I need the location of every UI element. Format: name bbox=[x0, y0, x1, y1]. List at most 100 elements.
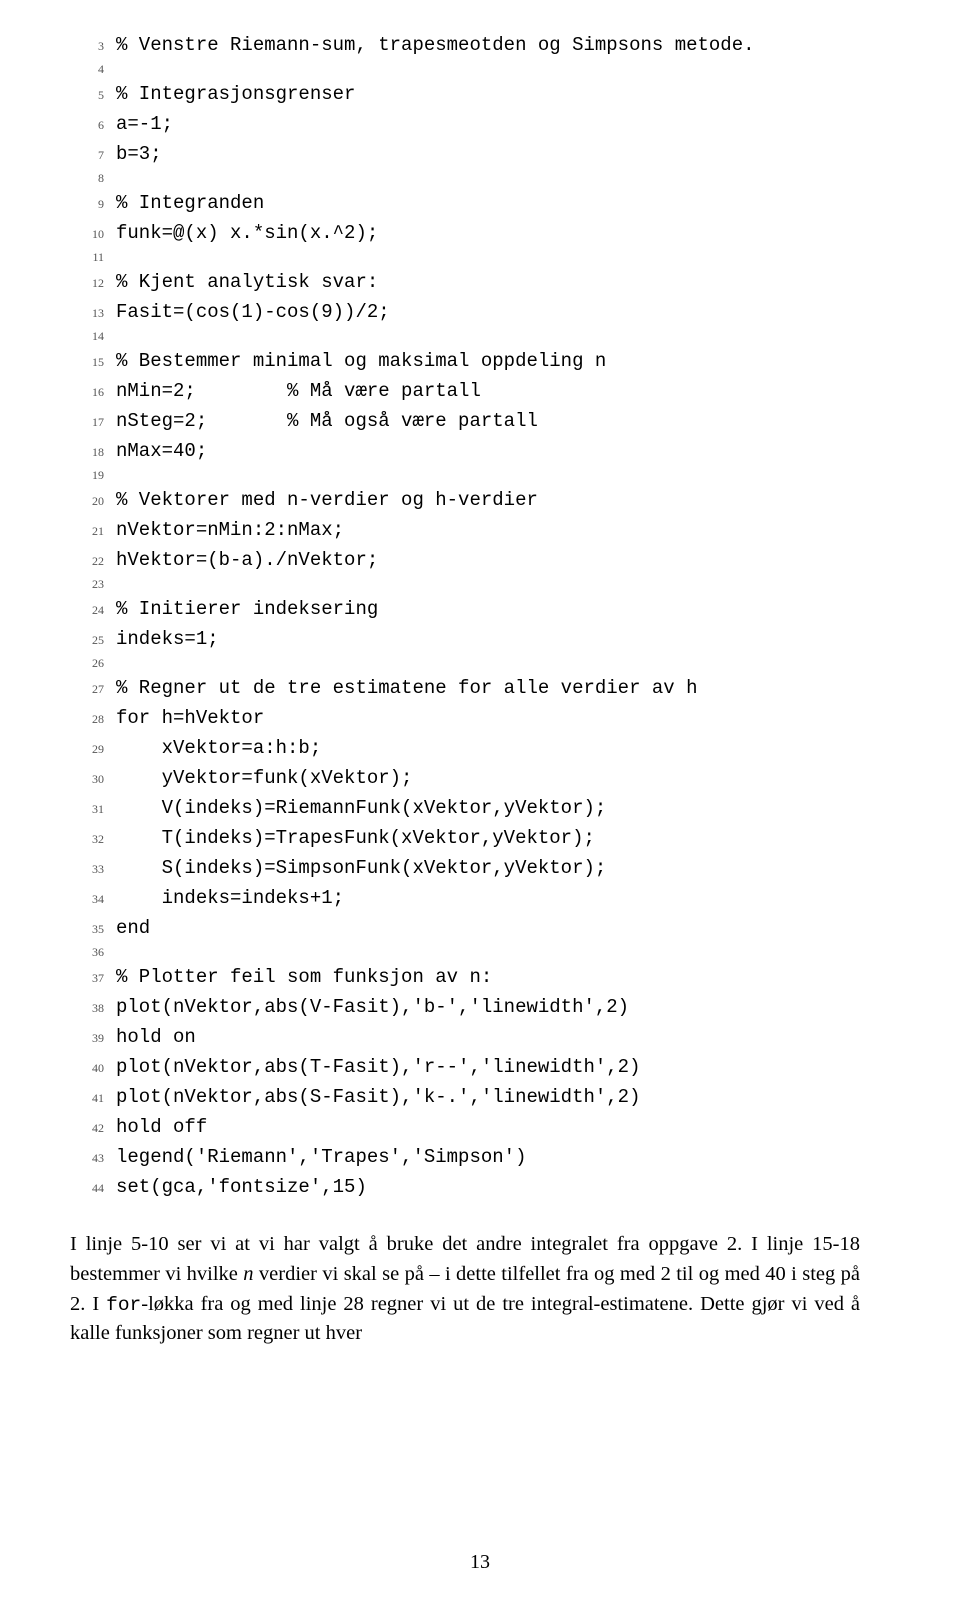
line-number: 20 bbox=[70, 492, 116, 511]
code-text: % Vektorer med n-verdier og h-verdier bbox=[116, 485, 538, 515]
code-line: 9% Integranden bbox=[70, 188, 860, 218]
code-line: 40plot(nVektor,abs(T-Fasit),'r--','linew… bbox=[70, 1052, 860, 1082]
line-number: 38 bbox=[70, 999, 116, 1018]
code-text: set(gca,'fontsize',15) bbox=[116, 1172, 367, 1202]
line-number: 9 bbox=[70, 195, 116, 214]
code-line: 29 xVektor=a:h:b; bbox=[70, 733, 860, 763]
line-number: 16 bbox=[70, 383, 116, 402]
code-line: 37% Plotter feil som funksjon av n: bbox=[70, 962, 860, 992]
line-number: 21 bbox=[70, 522, 116, 541]
code-line: 14 bbox=[70, 327, 860, 346]
line-number: 4 bbox=[70, 60, 116, 79]
line-number: 27 bbox=[70, 680, 116, 699]
code-text: for h=hVektor bbox=[116, 703, 264, 733]
line-number: 37 bbox=[70, 969, 116, 988]
code-text: V(indeks)=RiemannFunk(xVektor,yVektor); bbox=[116, 793, 606, 823]
line-number: 30 bbox=[70, 770, 116, 789]
code-line: 25indeks=1; bbox=[70, 624, 860, 654]
code-line: 13Fasit=(cos(1)-cos(9))/2; bbox=[70, 297, 860, 327]
line-number: 5 bbox=[70, 86, 116, 105]
code-line: 34 indeks=indeks+1; bbox=[70, 883, 860, 913]
code-text: nMin=2; % Må være partall bbox=[116, 376, 481, 406]
code-line: 27% Regner ut de tre estimatene for alle… bbox=[70, 673, 860, 703]
line-number: 43 bbox=[70, 1149, 116, 1168]
code-text: hVektor=(b-a)./nVektor; bbox=[116, 545, 378, 575]
line-number: 13 bbox=[70, 304, 116, 323]
line-number: 26 bbox=[70, 654, 116, 673]
body-paragraph: I linje 5-10 ser vi at vi har valgt å br… bbox=[70, 1230, 860, 1349]
code-line: 16nMin=2; % Må være partall bbox=[70, 376, 860, 406]
line-number: 18 bbox=[70, 443, 116, 462]
line-number: 31 bbox=[70, 800, 116, 819]
code-text: hold off bbox=[116, 1112, 207, 1142]
page-number: 13 bbox=[0, 1551, 960, 1574]
line-number: 40 bbox=[70, 1059, 116, 1078]
code-text: plot(nVektor,abs(V-Fasit),'b-','linewidt… bbox=[116, 992, 629, 1022]
line-number: 8 bbox=[70, 169, 116, 188]
code-line: 33 S(indeks)=SimpsonFunk(xVektor,yVektor… bbox=[70, 853, 860, 883]
code-text: funk=@(x) x.*sin(x.^2); bbox=[116, 218, 378, 248]
code-line: 4 bbox=[70, 60, 860, 79]
code-text: a=-1; bbox=[116, 109, 173, 139]
code-text: yVektor=funk(xVektor); bbox=[116, 763, 412, 793]
code-text: nVektor=nMin:2:nMax; bbox=[116, 515, 344, 545]
code-text: S(indeks)=SimpsonFunk(xVektor,yVektor); bbox=[116, 853, 606, 883]
line-number: 12 bbox=[70, 274, 116, 293]
line-number: 34 bbox=[70, 890, 116, 909]
code-line: 15% Bestemmer minimal og maksimal oppdel… bbox=[70, 346, 860, 376]
code-line: 35end bbox=[70, 913, 860, 943]
code-line: 7b=3; bbox=[70, 139, 860, 169]
line-number: 36 bbox=[70, 943, 116, 962]
code-line: 31 V(indeks)=RiemannFunk(xVektor,yVektor… bbox=[70, 793, 860, 823]
code-text: plot(nVektor,abs(S-Fasit),'k-.','linewid… bbox=[116, 1082, 641, 1112]
line-number: 28 bbox=[70, 710, 116, 729]
code-text: nMax=40; bbox=[116, 436, 207, 466]
code-text: b=3; bbox=[116, 139, 162, 169]
code-text: % Regner ut de tre estimatene for alle v… bbox=[116, 673, 698, 703]
code-line: 43legend('Riemann','Trapes','Simpson') bbox=[70, 1142, 860, 1172]
code-line: 21nVektor=nMin:2:nMax; bbox=[70, 515, 860, 545]
code-text: nSteg=2; % Må også være partall bbox=[116, 406, 538, 436]
code-line: 3% Venstre Riemann-sum, trapesmeotden og… bbox=[70, 30, 860, 60]
line-number: 3 bbox=[70, 37, 116, 56]
line-number: 14 bbox=[70, 327, 116, 346]
code-line: 24% Initierer indeksering bbox=[70, 594, 860, 624]
code-text: T(indeks)=TrapesFunk(xVektor,yVektor); bbox=[116, 823, 595, 853]
code-text: legend('Riemann','Trapes','Simpson') bbox=[116, 1142, 526, 1172]
code-text: % Plotter feil som funksjon av n: bbox=[116, 962, 492, 992]
line-number: 23 bbox=[70, 575, 116, 594]
line-number: 24 bbox=[70, 601, 116, 620]
line-number: 25 bbox=[70, 631, 116, 650]
line-number: 19 bbox=[70, 466, 116, 485]
line-number: 33 bbox=[70, 860, 116, 879]
line-number: 11 bbox=[70, 248, 116, 267]
code-text: indeks=indeks+1; bbox=[116, 883, 344, 913]
code-line: 42hold off bbox=[70, 1112, 860, 1142]
code-line: 17nSteg=2; % Må også være partall bbox=[70, 406, 860, 436]
code-line: 41plot(nVektor,abs(S-Fasit),'k-.','linew… bbox=[70, 1082, 860, 1112]
code-text: plot(nVektor,abs(T-Fasit),'r--','linewid… bbox=[116, 1052, 641, 1082]
line-number: 6 bbox=[70, 116, 116, 135]
code-line: 5% Integrasjonsgrenser bbox=[70, 79, 860, 109]
code-line: 19 bbox=[70, 466, 860, 485]
line-number: 35 bbox=[70, 920, 116, 939]
code-line: 6a=-1; bbox=[70, 109, 860, 139]
line-number: 17 bbox=[70, 413, 116, 432]
code-text: % Initierer indeksering bbox=[116, 594, 378, 624]
line-number: 32 bbox=[70, 830, 116, 849]
code-line: 22hVektor=(b-a)./nVektor; bbox=[70, 545, 860, 575]
line-number: 42 bbox=[70, 1119, 116, 1138]
variable-n: n bbox=[243, 1263, 253, 1285]
code-line: 38plot(nVektor,abs(V-Fasit),'b-','linewi… bbox=[70, 992, 860, 1022]
code-line: 44set(gca,'fontsize',15) bbox=[70, 1172, 860, 1202]
code-line: 18nMax=40; bbox=[70, 436, 860, 466]
code-line: 10funk=@(x) x.*sin(x.^2); bbox=[70, 218, 860, 248]
code-text: % Kjent analytisk svar: bbox=[116, 267, 378, 297]
code-text: Fasit=(cos(1)-cos(9))/2; bbox=[116, 297, 390, 327]
line-number: 7 bbox=[70, 146, 116, 165]
code-line: 8 bbox=[70, 169, 860, 188]
page: 3% Venstre Riemann-sum, trapesmeotden og… bbox=[0, 0, 960, 1608]
code-text: % Integranden bbox=[116, 188, 264, 218]
line-number: 39 bbox=[70, 1029, 116, 1048]
line-number: 44 bbox=[70, 1179, 116, 1198]
